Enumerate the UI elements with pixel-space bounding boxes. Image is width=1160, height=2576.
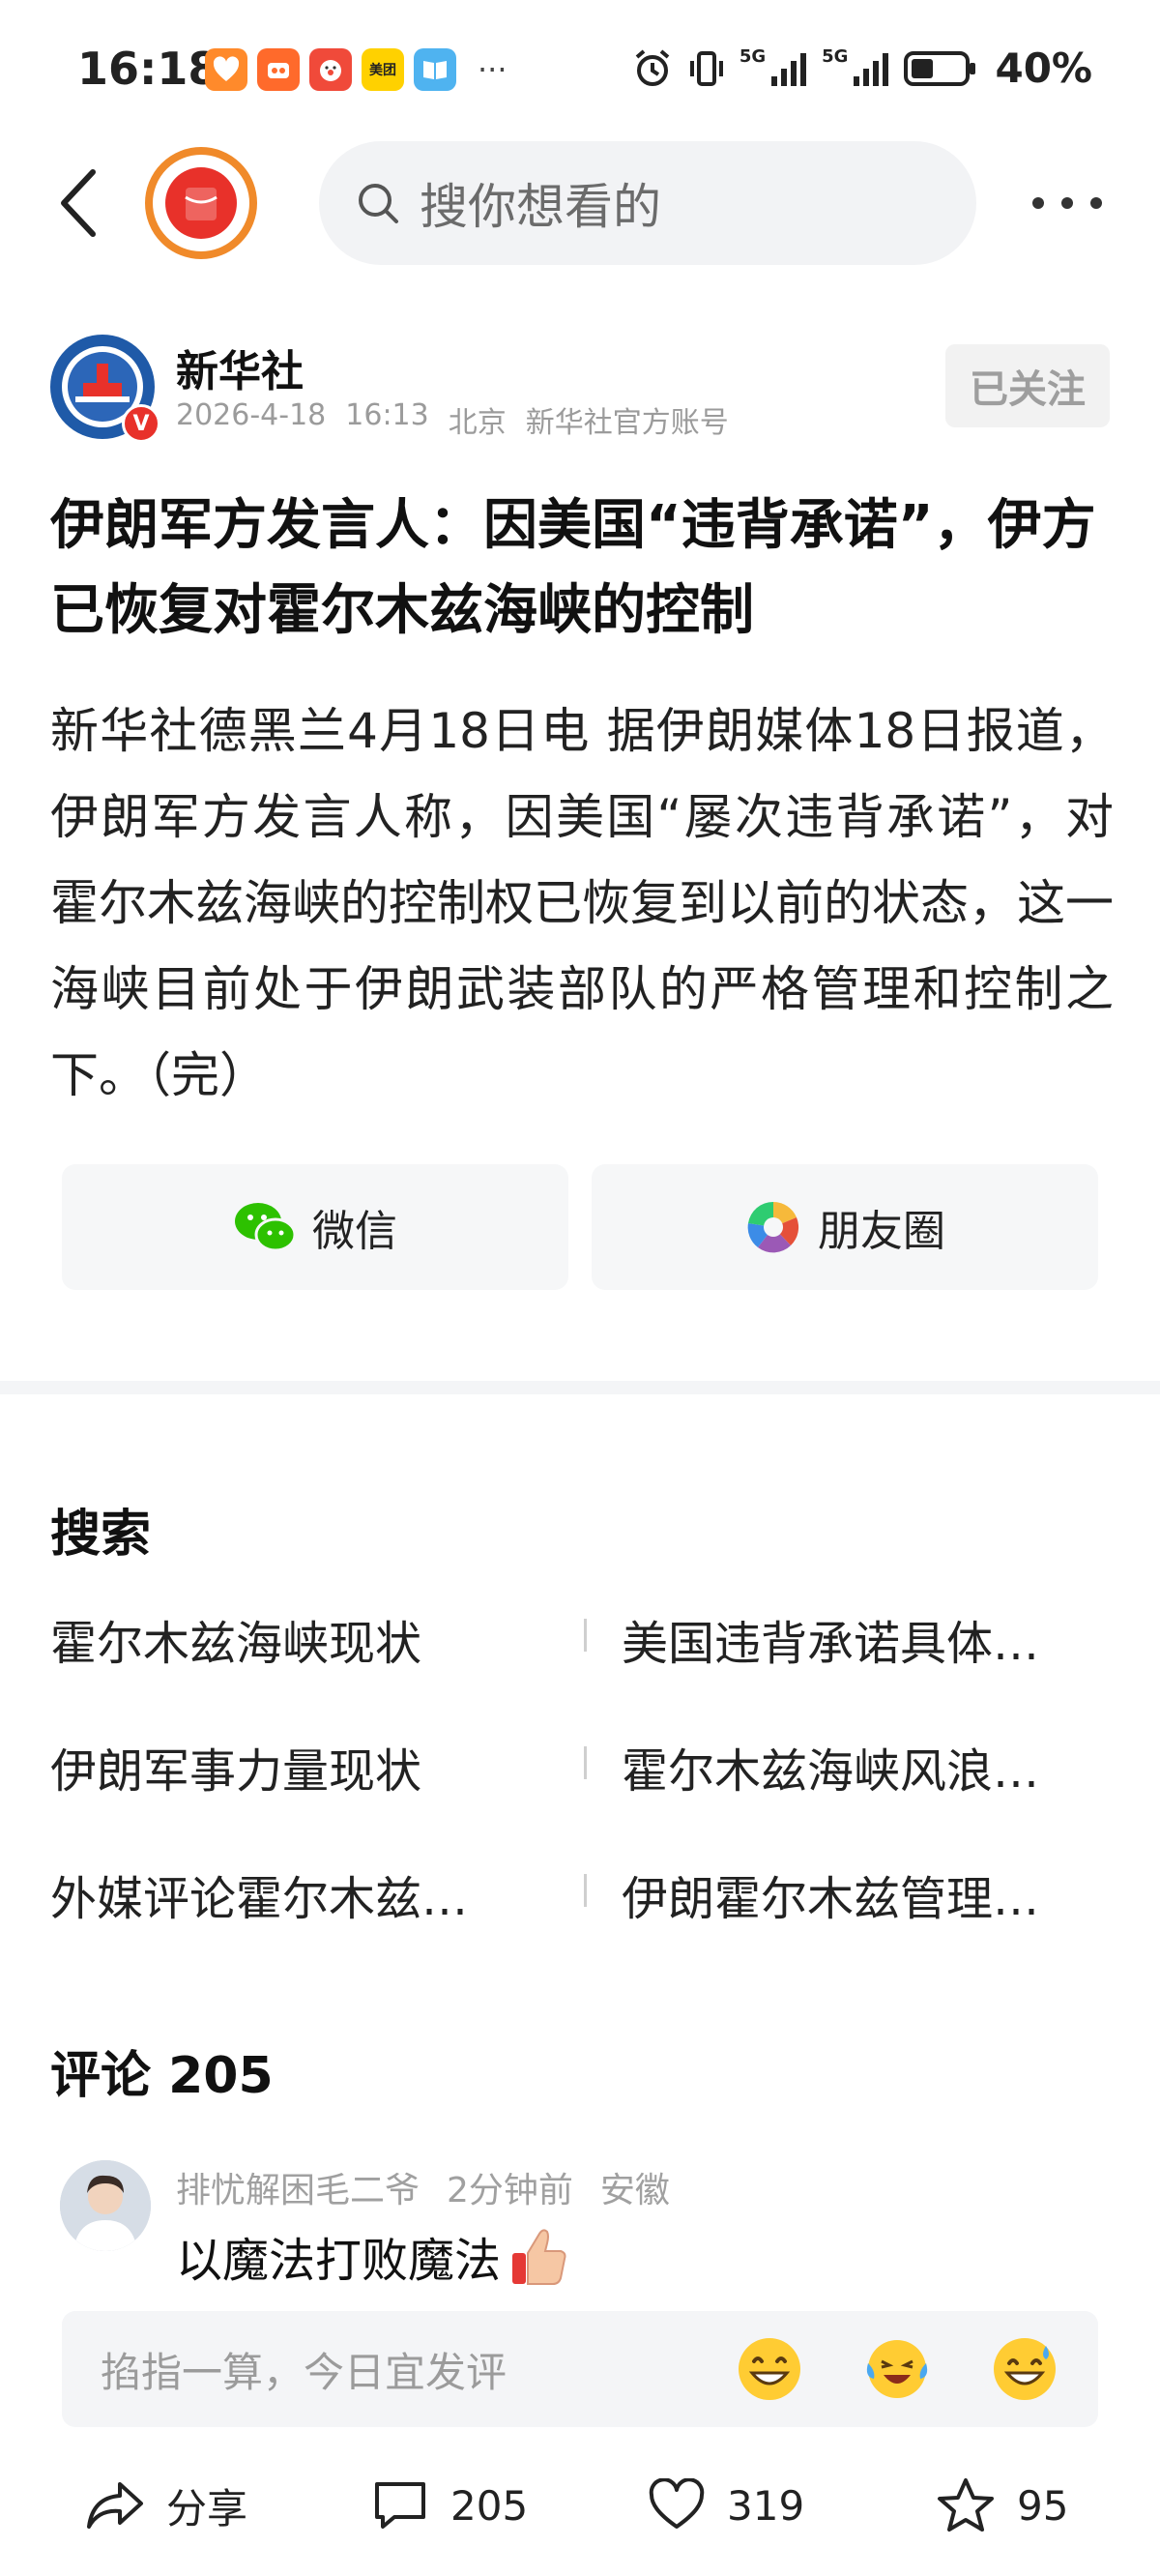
vibrate-icon <box>687 46 726 91</box>
article-title: 伊朗军方发言人：因美国“违背承诺”，伊方已恢复对霍尔木兹海峡的控制 <box>50 494 1096 642</box>
red-packet-button[interactable] <box>145 147 257 259</box>
share-label: 分享 <box>166 2484 248 2532</box>
book-app-icon <box>414 48 456 91</box>
share-wechat-label: 微信 <box>312 1207 397 1256</box>
search-input[interactable]: 搜你想看的 <box>319 141 976 265</box>
search-suggestions: 霍尔木兹海峡现状 美国违背承诺具体… 伊朗军事力量现状 霍尔木兹海峡风浪… 外媒… <box>50 1605 1114 1988</box>
suggestion-separator <box>584 1874 587 1907</box>
suggestion-item[interactable]: 伊朗霍尔木兹管理… <box>622 1860 1066 1928</box>
heart-app-icon <box>205 48 247 91</box>
clown-app-icon <box>309 48 352 91</box>
grin-emoji-icon[interactable] <box>735 2334 804 2404</box>
suggestion-item[interactable]: 霍尔木兹海峡现状 <box>50 1605 563 1673</box>
suggestion-row: 伊朗军事力量现状 霍尔木兹海峡风浪… <box>50 1733 1114 1860</box>
chevron-left-icon <box>61 169 96 237</box>
laugh-cry-emoji-icon[interactable] <box>862 2334 932 2404</box>
search-placeholder: 搜你想看的 <box>420 179 661 235</box>
like-button[interactable]: 319 <box>648 2478 804 2532</box>
comments-section-title: 评论 205 <box>50 2047 274 2105</box>
publish-time: 16:13 <box>345 398 429 432</box>
suggestion-separator <box>584 1619 587 1652</box>
commenter-avatar[interactable] <box>60 2160 151 2251</box>
suggestion-item[interactable]: 外媒评论霍尔木兹… <box>50 1860 563 1928</box>
like-count: 319 <box>727 2481 805 2530</box>
share-moments-button[interactable]: 朋友圈 <box>592 1164 1098 1290</box>
shopping-app-icon <box>257 48 300 91</box>
status-app-icons: 美团 ··· <box>205 48 508 91</box>
comment-input-placeholder: 掐指一算，今日宜发评 <box>101 2348 508 2396</box>
comment-input[interactable]: 掐指一算，今日宜发评 <box>62 2311 1098 2427</box>
share-row: 微信 朋友圈 <box>62 1164 1098 1290</box>
back-button[interactable] <box>50 164 108 242</box>
status-more-icon: ··· <box>478 51 508 88</box>
status-right-icons: 5G 5G 40% <box>631 44 1092 92</box>
favorite-button[interactable]: 95 <box>936 2476 1068 2534</box>
author-meta: 2026-4-18 16:13 北京 新华社官方账号 <box>176 398 729 441</box>
heart-icon <box>649 2478 705 2529</box>
suggestion-item[interactable]: 霍尔木兹海峡风浪… <box>622 1733 1066 1800</box>
search-icon <box>359 184 398 223</box>
comment-count: 205 <box>450 2481 529 2530</box>
suggestion-row: 外媒评论霍尔木兹… 伊朗霍尔木兹管理… <box>50 1860 1114 1988</box>
more-dot-icon <box>1032 197 1044 209</box>
user-avatar-icon <box>60 2160 151 2251</box>
search-section-title: 搜索 <box>50 1506 152 1564</box>
article-body: 新华社德黑兰4月18日电 据伊朗媒体18日报道，伊朗军方发言人称，因美国“屡次违… <box>50 703 1114 1103</box>
status-time: 16:18 <box>77 43 219 95</box>
share-wechat-button[interactable]: 微信 <box>62 1164 568 1290</box>
share-moments-label: 朋友圈 <box>818 1207 945 1256</box>
signal-5g-icon-1: 5G <box>740 46 808 91</box>
comment-meta: 排忧解困毛二爷 2分钟前 安徽 <box>176 2162 670 2212</box>
more-dot-icon <box>1061 197 1073 209</box>
comment-icon <box>375 2482 425 2529</box>
share-icon <box>87 2482 143 2529</box>
favorite-count: 95 <box>1017 2481 1069 2530</box>
sweat-smile-emoji-icon[interactable] <box>990 2334 1059 2404</box>
bottom-action-bar: 分享 205 319 95 <box>0 2452 1160 2559</box>
verified-badge: V <box>122 404 160 443</box>
comment-button[interactable]: 205 <box>371 2478 528 2532</box>
comment-username[interactable]: 排忧解困毛二爷 <box>176 2162 420 2212</box>
comment-body: 以魔法打败魔法 <box>176 2234 502 2288</box>
comment-text: 以魔法打败魔法 <box>176 2222 570 2290</box>
alarm-icon <box>631 46 674 91</box>
author-avatar[interactable]: V <box>50 335 160 443</box>
more-options-button[interactable] <box>1032 193 1102 213</box>
section-divider <box>0 1381 1160 1394</box>
battery-percent: 40% <box>995 44 1092 92</box>
suggestion-separator <box>584 1746 587 1779</box>
thumbs-up-emoji-icon <box>512 2229 566 2285</box>
account-type: 新华社官方账号 <box>525 406 729 440</box>
star-icon <box>938 2478 994 2532</box>
publish-date: 2026-4-18 <box>176 398 327 432</box>
comment-time: 2分钟前 <box>447 2171 573 2210</box>
follow-button[interactable]: 已关注 <box>945 344 1110 427</box>
signal-5g-icon-2: 5G <box>822 46 890 91</box>
share-button[interactable]: 分享 <box>85 2476 247 2535</box>
battery-icon <box>904 46 977 91</box>
more-dot-icon <box>1090 197 1102 209</box>
suggestion-row: 霍尔木兹海峡现状 美国违背承诺具体… <box>50 1605 1114 1733</box>
suggestion-item[interactable]: 伊朗军事力量现状 <box>50 1733 563 1800</box>
meituan-app-icon: 美团 <box>362 48 404 91</box>
status-bar: 16:18 美团 ··· 5G 5G 40% <box>0 0 1160 135</box>
red-packet-icon <box>165 167 237 239</box>
wechat-icon <box>235 1203 297 1252</box>
moments-icon <box>747 1201 799 1253</box>
suggestion-item[interactable]: 美国违背承诺具体… <box>622 1605 1066 1673</box>
author-name[interactable]: 新华社 <box>176 337 304 398</box>
publish-location: 北京 <box>448 406 507 440</box>
comment-location: 安徽 <box>599 2171 670 2210</box>
